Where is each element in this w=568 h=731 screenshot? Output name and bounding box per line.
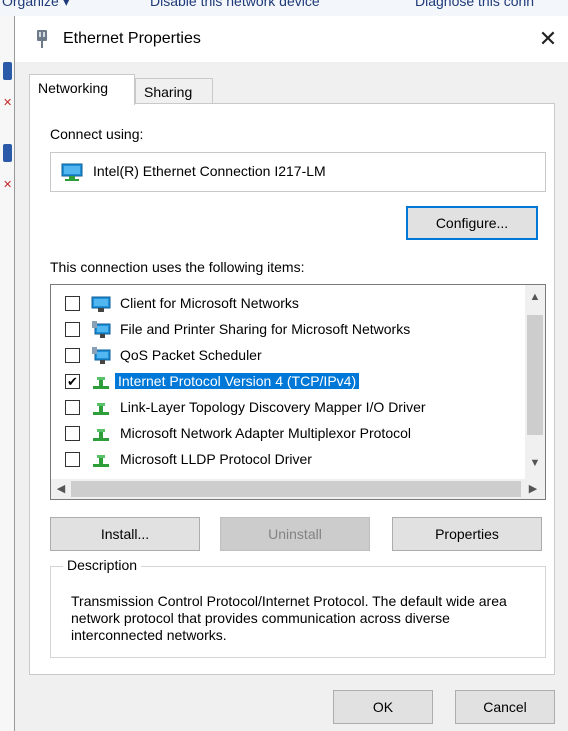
background-error-icon: ✕ [3, 179, 13, 191]
background-disable-device-button: Disable this network device [150, 0, 320, 9]
title-bar[interactable]: Ethernet Properties ✕ [15, 16, 568, 62]
background-adapter-icon [3, 62, 12, 80]
background-toolbar: Organize ▾ Disable this network device D… [0, 0, 568, 16]
background-organize-menu: Organize ▾ [2, 0, 70, 9]
horizontal-scrollbar[interactable]: ◀ ▶ [51, 479, 545, 499]
background-diagnose-button: Diagnose this conn [415, 0, 535, 9]
list-item-label: QoS Packet Scheduler [120, 347, 262, 363]
list-item-ipv4[interactable]: ✔ Internet Protocol Version 4 (TCP/IPv4) [51, 369, 521, 395]
scroll-up-arrow-icon[interactable]: ▲ [525, 291, 545, 303]
scroll-down-arrow-icon[interactable]: ▼ [525, 457, 545, 469]
ethernet-adapter-icon [37, 30, 47, 48]
list-item-label: Client for Microsoft Networks [120, 295, 299, 311]
horizontal-scroll-thumb[interactable] [71, 481, 521, 497]
list-item-file-and-printer-sharing[interactable]: File and Printer Sharing for Microsoft N… [51, 317, 521, 343]
cancel-button[interactable]: Cancel [455, 690, 555, 724]
install-button[interactable]: Install... [50, 517, 200, 551]
close-button[interactable]: ✕ [533, 24, 563, 54]
adapter-box: Intel(R) Ethernet Connection I217-LM [50, 152, 546, 192]
list-item-label: Microsoft LLDP Protocol Driver [120, 451, 312, 467]
background-adapter-icon [3, 144, 12, 162]
checkbox[interactable] [65, 400, 80, 415]
list-item-label: File and Printer Sharing for Microsoft N… [120, 321, 411, 337]
checkbox[interactable] [65, 296, 80, 311]
network-adapter-icon [61, 163, 83, 181]
background-window-edge: ✕ ✕ [0, 16, 14, 731]
uninstall-button[interactable]: Uninstall [220, 517, 370, 551]
list-item-multiplexor-protocol[interactable]: Microsoft Network Adapter Multiplexor Pr… [51, 421, 521, 447]
checkbox-checked[interactable]: ✔ [65, 374, 80, 389]
checkbox[interactable] [65, 348, 80, 363]
description-group: Description Transmission Control Protoco… [50, 557, 546, 658]
description-legend: Description [63, 557, 142, 573]
properties-button[interactable]: Properties [392, 517, 542, 551]
checkbox[interactable] [65, 426, 80, 441]
network-client-icon [91, 296, 111, 312]
components-list[interactable]: Client for Microsoft Networks File and P… [50, 284, 546, 500]
protocol-icon [93, 403, 109, 415]
tab-networking[interactable]: Networking [29, 74, 135, 105]
connect-using-label: Connect using: [50, 126, 144, 142]
protocol-icon [93, 429, 109, 441]
list-item-label: Microsoft Network Adapter Multiplexor Pr… [120, 425, 411, 441]
networking-tab-panel: Connect using: Intel(R) Ethernet Connect… [29, 103, 555, 675]
items-label: This connection uses the following items… [50, 259, 305, 275]
ethernet-properties-dialog: Ethernet Properties ✕ Networking Sharing… [14, 16, 568, 731]
adapter-name: Intel(R) Ethernet Connection I217-LM [93, 163, 326, 179]
network-service-icon [92, 321, 111, 338]
protocol-icon [93, 455, 109, 467]
network-service-icon [92, 347, 111, 364]
checkbox[interactable] [65, 322, 80, 337]
vertical-scroll-thumb[interactable] [527, 315, 543, 435]
background-error-icon: ✕ [3, 97, 13, 109]
dialog-title: Ethernet Properties [63, 30, 201, 47]
protocol-icon [93, 377, 109, 389]
tab-sharing[interactable]: Sharing [135, 78, 213, 106]
list-item-client-for-microsoft-networks[interactable]: Client for Microsoft Networks [51, 291, 521, 317]
list-item-label: Link-Layer Topology Discovery Mapper I/O… [120, 399, 426, 415]
list-item-lltd-mapper[interactable]: Link-Layer Topology Discovery Mapper I/O… [51, 395, 521, 421]
list-item-label-selected: Internet Protocol Version 4 (TCP/IPv4) [115, 373, 360, 389]
scroll-right-arrow-icon[interactable]: ▶ [523, 482, 543, 495]
checkbox[interactable] [65, 452, 80, 467]
scroll-left-arrow-icon[interactable]: ◀ [51, 482, 71, 495]
list-item-qos-packet-scheduler[interactable]: QoS Packet Scheduler [51, 343, 521, 369]
description-text: Transmission Control Protocol/Internet P… [71, 593, 507, 643]
list-item-lldp-driver[interactable]: Microsoft LLDP Protocol Driver [51, 447, 521, 473]
vertical-scrollbar[interactable]: ▲ ▼ [525, 285, 545, 479]
ok-button[interactable]: OK [333, 690, 433, 724]
configure-button[interactable]: Configure... [406, 206, 538, 240]
